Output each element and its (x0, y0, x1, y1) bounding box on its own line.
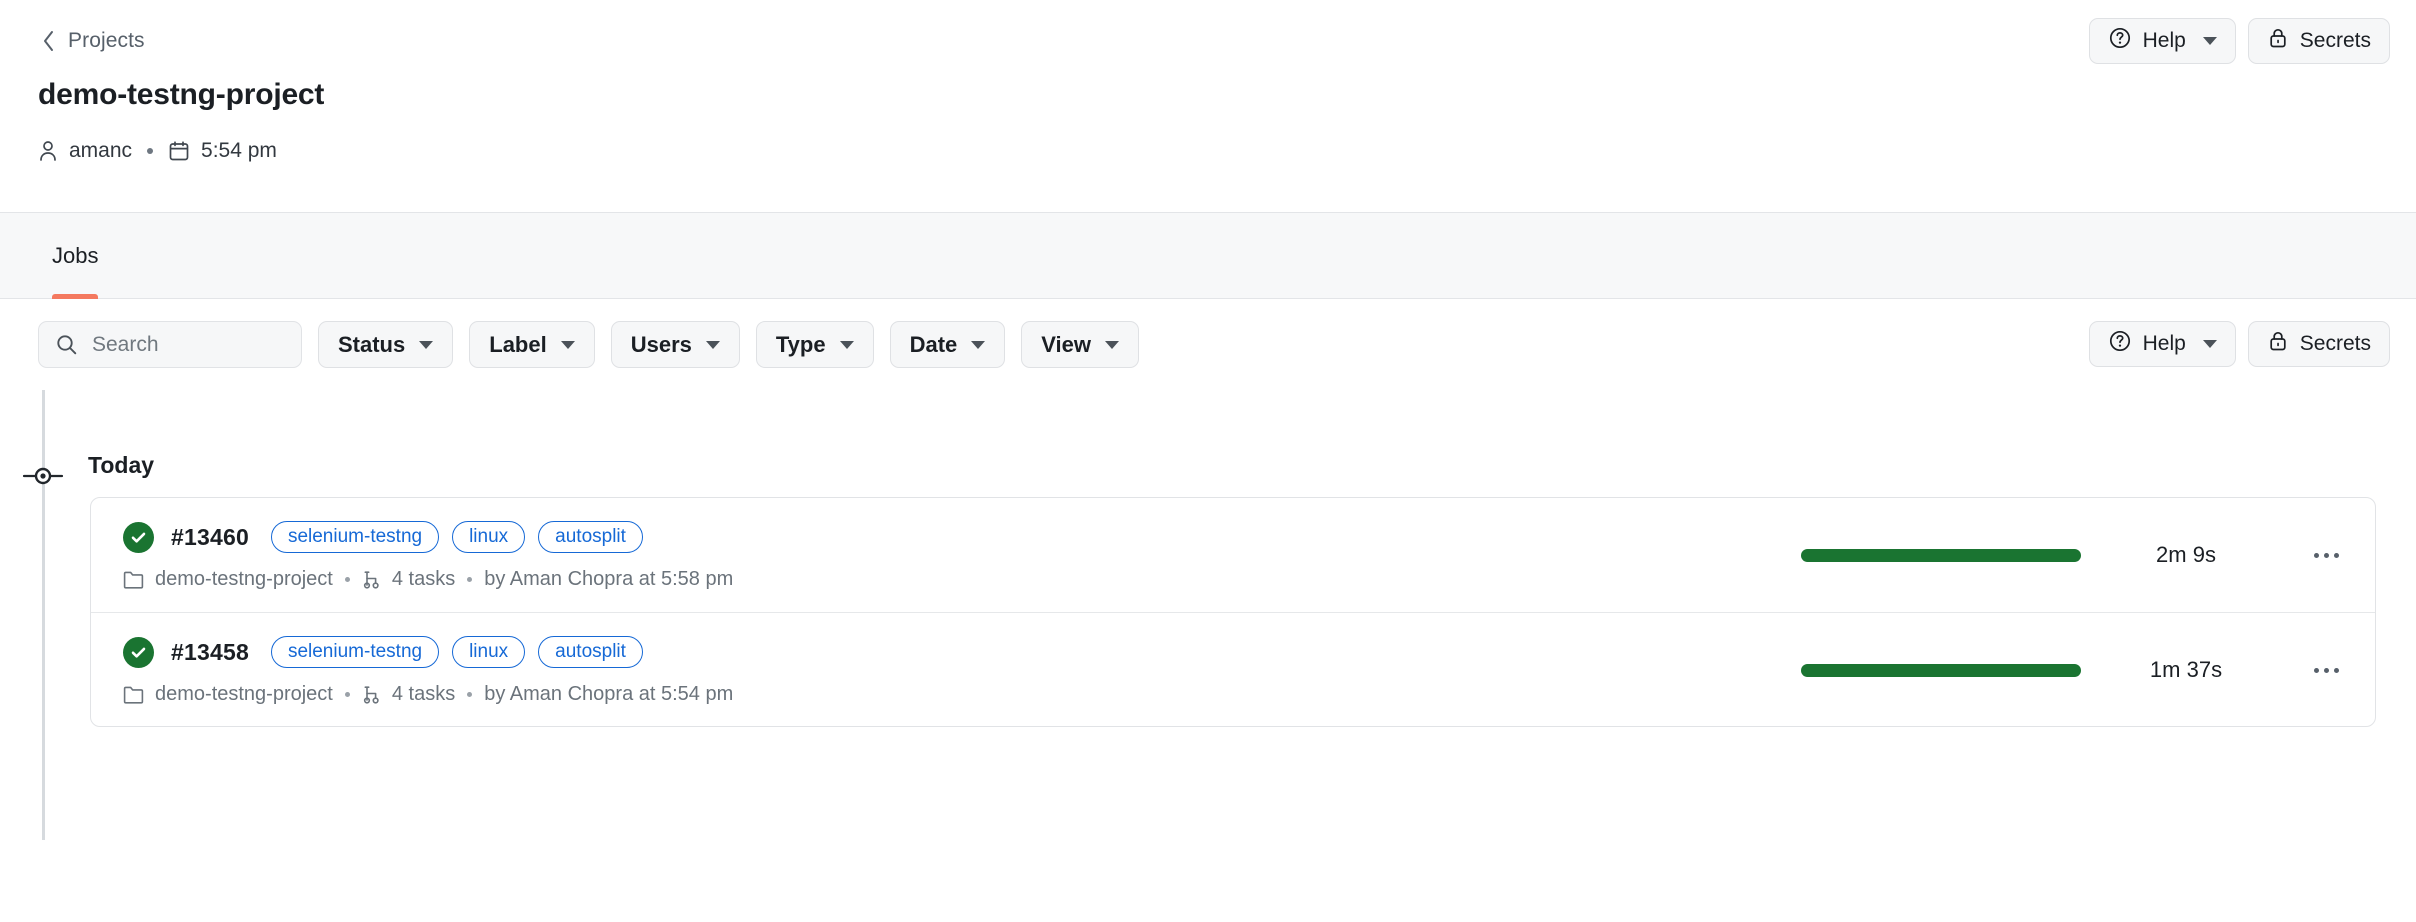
filter-view-label: View (1041, 332, 1091, 358)
breadcrumb-projects[interactable]: Projects (40, 28, 145, 54)
job-id[interactable]: #13458 (171, 639, 249, 666)
search-box[interactable] (38, 321, 302, 368)
app-root: Projects demo-testng-project amanc 5:54 … (0, 0, 2416, 922)
question-circle-icon (2108, 329, 2132, 359)
tab-strip: Jobs (0, 213, 2416, 299)
filter-label[interactable]: Label (469, 321, 594, 368)
folder-icon (123, 685, 144, 704)
tab-jobs-label: Jobs (52, 243, 98, 269)
filter-view[interactable]: View (1021, 321, 1139, 368)
secrets-button-label: Secrets (2300, 29, 2371, 53)
filter-buttons: Status Label Users Type Date View (318, 321, 1139, 368)
filter-users[interactable]: Users (611, 321, 740, 368)
git-branch-icon (362, 569, 381, 590)
filter-status-label: Status (338, 332, 405, 358)
help-button-label: Help (2143, 29, 2186, 53)
job-trailing: 2m 9s (1801, 498, 2375, 612)
filter-label-label: Label (489, 332, 546, 358)
project-owner: amanc (69, 139, 132, 163)
breadcrumb-label: Projects (68, 29, 145, 53)
job-tag[interactable]: selenium-testng (271, 636, 439, 668)
job-tag[interactable]: linux (452, 636, 525, 668)
question-circle-icon (2108, 26, 2132, 56)
chevron-down-icon (561, 341, 575, 349)
timeline-group-label: Today (88, 452, 154, 479)
tab-jobs[interactable]: Jobs (30, 213, 120, 299)
job-meta-line: demo-testng-project 4 tasks by Aman (123, 683, 733, 706)
project-time: 5:54 pm (201, 139, 277, 163)
meta-separator-dot (147, 148, 153, 154)
job-tag[interactable]: autosplit (538, 521, 643, 553)
page-title: demo-testng-project (38, 78, 324, 112)
job-tag[interactable]: linux (452, 521, 525, 553)
page-header: Projects demo-testng-project amanc 5:54 … (0, 0, 2416, 213)
search-icon (55, 333, 78, 356)
search-input[interactable] (92, 333, 285, 357)
chevron-down-icon (706, 341, 720, 349)
job-duration: 2m 9s (2081, 542, 2291, 568)
project-meta: amanc 5:54 pm (38, 139, 277, 163)
table-row[interactable]: #13458 selenium-testng linux autosplit d… (91, 612, 2375, 726)
meta-separator-dot (345, 692, 350, 697)
meta-separator-dot (345, 577, 350, 582)
table-row[interactable]: #13460 selenium-testng linux autosplit d… (91, 498, 2375, 612)
job-meta-line: demo-testng-project 4 tasks by Aman (123, 568, 733, 591)
job-progress-bar (1801, 664, 2081, 677)
header-actions: Help Secrets (2089, 18, 2390, 64)
filter-date-label: Date (910, 332, 958, 358)
filter-status[interactable]: Status (318, 321, 453, 368)
job-duration: 1m 37s (2081, 657, 2291, 683)
job-author: by Aman Chopra at 5:54 pm (484, 683, 733, 706)
secrets-button[interactable]: Secrets (2248, 18, 2390, 64)
chevron-down-icon (2203, 37, 2217, 45)
check-circle-icon (123, 522, 154, 553)
job-project-name: demo-testng-project (155, 683, 333, 706)
job-task-count: 4 tasks (392, 683, 455, 706)
secrets-button-secondary[interactable]: Secrets (2248, 321, 2390, 367)
calendar-icon (168, 140, 190, 162)
job-tag[interactable]: autosplit (538, 636, 643, 668)
chevron-left-icon (40, 28, 57, 54)
folder-icon (123, 570, 144, 589)
chevron-down-icon (419, 341, 433, 349)
kebab-menu-icon[interactable] (2291, 553, 2361, 558)
chevron-down-icon (1105, 341, 1119, 349)
job-tags: selenium-testng linux autosplit (271, 636, 643, 668)
check-circle-icon (123, 637, 154, 668)
chevron-down-icon (840, 341, 854, 349)
filter-bar: Status Label Users Type Date View (0, 299, 2416, 390)
jobs-card: #13460 selenium-testng linux autosplit d… (90, 497, 2376, 727)
lock-icon (2267, 26, 2289, 56)
job-primary-line: #13460 selenium-testng linux autosplit (123, 521, 643, 553)
help-button-secondary-label: Help (2143, 332, 2186, 356)
chevron-down-icon (971, 341, 985, 349)
secrets-button-secondary-label: Secrets (2300, 332, 2371, 356)
chevron-down-icon (2203, 340, 2217, 348)
filter-date[interactable]: Date (890, 321, 1006, 368)
job-progress-bar (1801, 549, 2081, 562)
job-tag[interactable]: selenium-testng (271, 521, 439, 553)
lock-icon (2267, 329, 2289, 359)
job-trailing: 1m 37s (1801, 613, 2375, 727)
kebab-menu-icon[interactable] (2291, 668, 2361, 673)
job-primary-line: #13458 selenium-testng linux autosplit (123, 636, 643, 668)
git-branch-icon (362, 684, 381, 705)
filter-type[interactable]: Type (756, 321, 874, 368)
meta-separator-dot (467, 577, 472, 582)
timeline-node-icon (22, 465, 64, 487)
job-tags: selenium-testng linux autosplit (271, 521, 643, 553)
job-task-count: 4 tasks (392, 568, 455, 591)
help-button-secondary[interactable]: Help (2089, 321, 2236, 367)
meta-separator-dot (467, 692, 472, 697)
filter-users-label: Users (631, 332, 692, 358)
person-icon (38, 139, 58, 163)
job-project-name: demo-testng-project (155, 568, 333, 591)
job-author: by Aman Chopra at 5:58 pm (484, 568, 733, 591)
filter-type-label: Type (776, 332, 826, 358)
filter-bar-actions: Help Secrets (2089, 321, 2390, 367)
job-id[interactable]: #13460 (171, 524, 249, 551)
help-button[interactable]: Help (2089, 18, 2236, 64)
timeline-rail (42, 390, 45, 840)
